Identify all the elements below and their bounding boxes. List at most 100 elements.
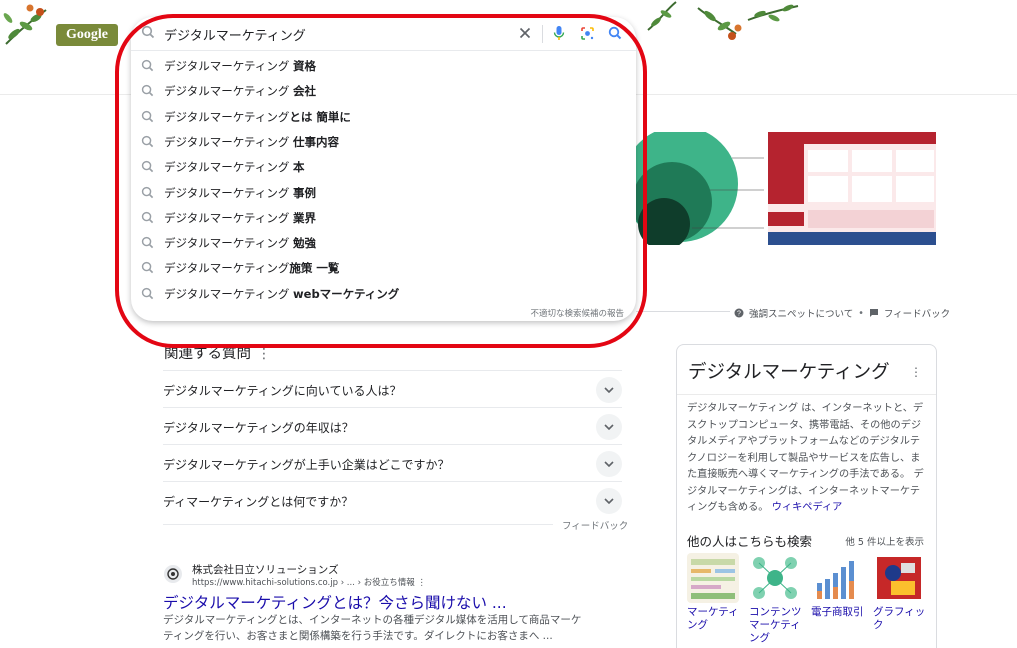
camera-lens-icon[interactable] <box>577 23 597 43</box>
suggestion-text: デジタルマーケティング 仕事内容 <box>164 134 339 150</box>
suggestion-completion: 会社 <box>293 84 317 99</box>
card-label: コンテンツマーケティング <box>749 606 802 644</box>
report-suggestions-link[interactable]: 不適切な検索候補の報告 <box>530 307 624 319</box>
wikipedia-link[interactable]: ウィキペディア <box>772 502 843 513</box>
search-suggestion[interactable]: デジタルマーケティング webマーケティング <box>131 281 636 306</box>
more-options-icon[interactable]: ⋮ <box>910 365 922 379</box>
search-icon <box>141 25 155 39</box>
search-icon <box>141 161 154 173</box>
search-bar <box>131 17 636 51</box>
snippet-divider <box>636 311 730 312</box>
separator-dot: • <box>858 307 864 319</box>
search-suggestion[interactable]: デジタルマーケティング 資格 <box>131 53 636 78</box>
close-icon[interactable] <box>515 23 535 43</box>
suggestion-text: デジタルマーケティング webマーケティング <box>164 286 399 302</box>
suggestion-completion: とは 簡単に <box>289 109 351 124</box>
snippet-feedback-link[interactable]: フィードバック <box>884 306 950 320</box>
snippet-illustration-image[interactable] <box>636 132 936 245</box>
search-suggestion[interactable]: デジタルマーケティング 事例 <box>131 180 636 205</box>
toolbar-divider <box>542 25 543 43</box>
question-text: デジタルマーケティングの年収は？ <box>163 421 354 435</box>
suggestion-prefix: デジタルマーケティング <box>164 109 290 124</box>
suggestion-completion: 仕事内容 <box>293 134 340 149</box>
related-question-item[interactable]: デジタルマーケティングが上手い企業はどこですか？ <box>163 444 622 481</box>
suggestion-prefix: デジタルマーケティング <box>164 84 294 99</box>
graphic-thumbnail <box>873 553 925 603</box>
help-icon: ? <box>734 308 744 318</box>
search-submit-icon[interactable] <box>605 23 625 43</box>
card-label: グラフィック <box>873 606 926 631</box>
related-feedback-link[interactable]: フィードバック <box>562 518 628 532</box>
question-text: ディマーケティングとは何ですか？ <box>163 495 354 509</box>
search-suggestion[interactable]: デジタルマーケティング 仕事内容 <box>131 129 636 154</box>
search-suggestion[interactable]: デジタルマーケティング 勉強 <box>131 230 636 255</box>
search-suggestion[interactable]: デジタルマーケティング 会社 <box>131 78 636 103</box>
search-suggestion[interactable]: デジタルマーケティング 業界 <box>131 205 636 230</box>
question-text: デジタルマーケティングに向いている人は？ <box>163 384 402 398</box>
suggestion-text: デジタルマーケティング 勉強 <box>164 235 316 251</box>
suggestion-completion: 資格 <box>293 59 317 73</box>
search-icon <box>141 262 154 274</box>
search-suggestion[interactable]: デジタルマーケティング施策 一覧 <box>131 255 636 280</box>
svg-text:?: ? <box>737 311 741 318</box>
search-dropdown: デジタルマーケティング 資格デジタルマーケティング 会社デジタルマーケティングと… <box>131 17 636 321</box>
card-label: 電子商取引 <box>811 606 864 618</box>
search-icon <box>141 236 154 249</box>
chevron-down-icon[interactable] <box>596 488 622 514</box>
related-entity-card[interactable]: マーケティング <box>687 553 741 632</box>
related-questions-divider <box>163 524 553 525</box>
search-icon <box>141 59 154 72</box>
chevron-down-icon[interactable] <box>596 377 622 403</box>
question-text: デジタルマーケティングが上手い企業はどこですか？ <box>163 458 450 472</box>
chevron-down-icon[interactable] <box>596 451 622 477</box>
suggestion-completion: 勉強 <box>293 236 317 251</box>
search-icon <box>141 85 154 97</box>
chevron-down-icon[interactable] <box>596 414 622 440</box>
suggestion-prefix: デジタルマーケティング <box>164 286 294 301</box>
result-url-text: https://www.hitachi-solutions.co.jp › ..… <box>192 578 415 588</box>
search-icon <box>141 211 154 223</box>
suggestion-prefix: デジタルマーケティング <box>164 261 290 276</box>
search-icon <box>141 110 154 122</box>
search-input[interactable] <box>164 22 504 46</box>
related-entity-card[interactable]: コンテンツマーケティング <box>749 553 803 645</box>
search-suggestion[interactable]: デジタルマーケティング 本 <box>131 154 636 179</box>
related-entity-card[interactable]: 電子商取引 <box>811 553 865 619</box>
result-title-link[interactable]: デジタルマーケティングとは？今さら聞けない ... <box>163 591 507 613</box>
suggestion-prefix: デジタルマーケティング <box>164 185 294 200</box>
google-logo[interactable]: Google <box>56 24 118 46</box>
related-question-item[interactable]: デジタルマーケティングに向いている人は？ <box>163 370 622 407</box>
related-question-item[interactable]: ディマーケティングとは何ですか？ <box>163 481 622 518</box>
ecommerce-thumbnail <box>811 553 863 603</box>
suggestion-prefix: デジタルマーケティング <box>164 210 294 225</box>
description-text: デジタルマーケティング は、インターネットと、デスクトップコンピュータ、携帯電話… <box>687 403 924 513</box>
suggestion-text: デジタルマーケティング 資格 <box>164 58 316 74</box>
suggestion-text: デジタルマーケティング 会社 <box>164 83 316 99</box>
result-more-icon[interactable]: ⋮ <box>417 578 426 588</box>
related-entity-card[interactable]: グラフィック <box>873 553 927 632</box>
more-options-icon[interactable]: ⋮ <box>257 346 271 362</box>
snippet-meta: ? 強調スニペットについて • フィードバック <box>734 306 950 320</box>
microphone-icon[interactable] <box>549 23 569 43</box>
related-questions-title: 関連する質問 <box>164 346 251 362</box>
knowledge-panel-divider <box>677 394 936 395</box>
suggestion-completion: webマーケティング <box>293 286 400 301</box>
feedback-icon <box>869 309 878 317</box>
suggestion-text: デジタルマーケティング 本 <box>164 159 305 175</box>
site-favicon-icon <box>164 565 182 583</box>
related-questions-heading: 関連する質問 ⋮ <box>164 342 271 363</box>
show-more-link[interactable]: 他 5 件以上を表示 <box>845 534 924 548</box>
search-suggestion[interactable]: デジタルマーケティングとは 簡単に <box>131 104 636 129</box>
doodle-leaves-decoration <box>640 0 800 48</box>
snippet-about-link[interactable]: 強調スニペットについて <box>749 306 853 320</box>
content-marketing-thumbnail <box>749 553 801 603</box>
knowledge-panel-title: デジタルマーケティング <box>688 362 890 383</box>
related-question-item[interactable]: デジタルマーケティングの年収は？ <box>163 407 622 444</box>
suggestion-completion: 本 <box>293 160 305 175</box>
suggestion-prefix: デジタルマーケティング <box>164 134 294 149</box>
suggestion-text: デジタルマーケティングとは 簡単に <box>164 109 351 125</box>
suggestion-completion: 施策 一覧 <box>289 261 340 276</box>
suggestion-text: デジタルマーケティング施策 一覧 <box>164 260 339 276</box>
suggestion-text: デジタルマーケティング 業界 <box>164 210 316 226</box>
suggestion-prefix: デジタルマーケティング <box>164 236 294 251</box>
